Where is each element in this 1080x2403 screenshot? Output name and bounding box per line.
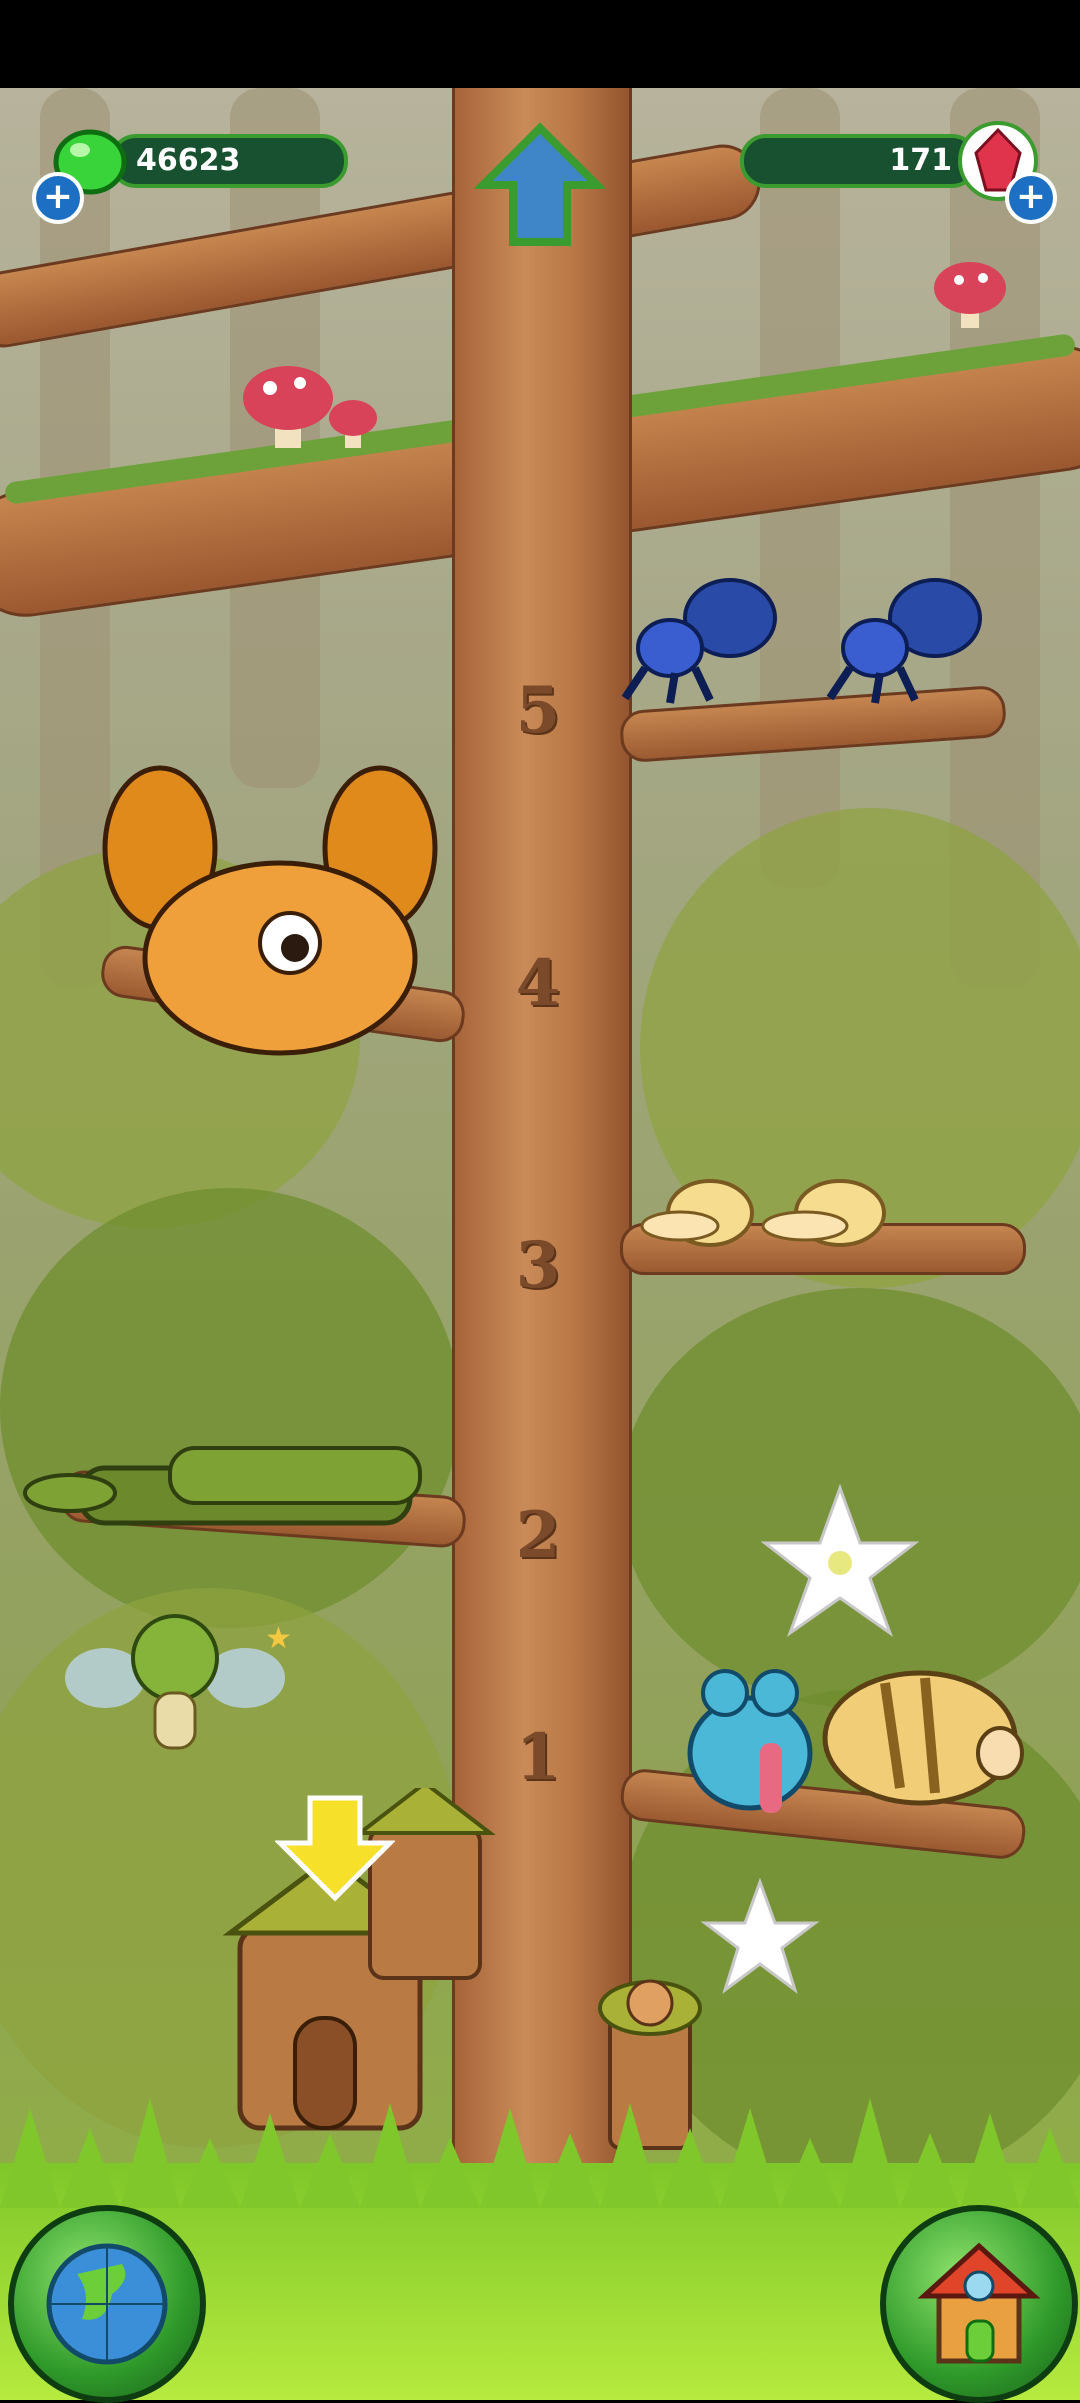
red-gem-counter: 171 (740, 134, 978, 188)
floor-number-2: 2 (515, 1498, 561, 1573)
blue-spider[interactable] (820, 578, 990, 708)
floor-number-1: 1 (515, 1720, 561, 1795)
white-flower (700, 1878, 820, 1994)
status-bar (0, 0, 1080, 88)
globe-button[interactable] (8, 2205, 206, 2403)
floor-number-4: 4 (515, 946, 561, 1021)
yellow-snail[interactable] (760, 1168, 900, 1248)
mushroom (934, 262, 1006, 328)
crocodile[interactable] (20, 1438, 440, 1548)
add-green-gems-button[interactable]: + (32, 172, 84, 224)
house-icon (917, 2242, 1041, 2364)
game-scene: 1 2 3 4 5 ★ (0, 88, 1080, 2400)
grass-blades (0, 2098, 1080, 2208)
floor-number-3: 3 (515, 1228, 561, 1303)
mushroom-cluster (243, 366, 377, 448)
up-arrow-icon[interactable] (475, 120, 605, 250)
svg-text:★: ★ (265, 1621, 290, 1656)
globe-icon (46, 2243, 168, 2365)
green-fairy[interactable]: ★ (60, 1588, 290, 1788)
green-gem-count: 46623 (136, 143, 241, 178)
home-button[interactable] (880, 2205, 1078, 2403)
add-red-gems-button[interactable]: + (1005, 172, 1057, 224)
blue-frog[interactable] (680, 1658, 830, 1818)
red-gem-count: 171 (889, 143, 952, 178)
floor-number-5: 5 (515, 673, 561, 748)
raccoon-creature[interactable] (80, 758, 460, 1078)
striped-hamster[interactable] (815, 1658, 1025, 1808)
green-gem-counter: 46623 (110, 134, 348, 188)
blue-spider[interactable] (615, 578, 785, 708)
foliage (0, 1188, 460, 1628)
white-flower (760, 1483, 920, 1637)
yellow-snail[interactable] (640, 1168, 760, 1248)
down-arrow-icon[interactable] (275, 1793, 395, 1903)
